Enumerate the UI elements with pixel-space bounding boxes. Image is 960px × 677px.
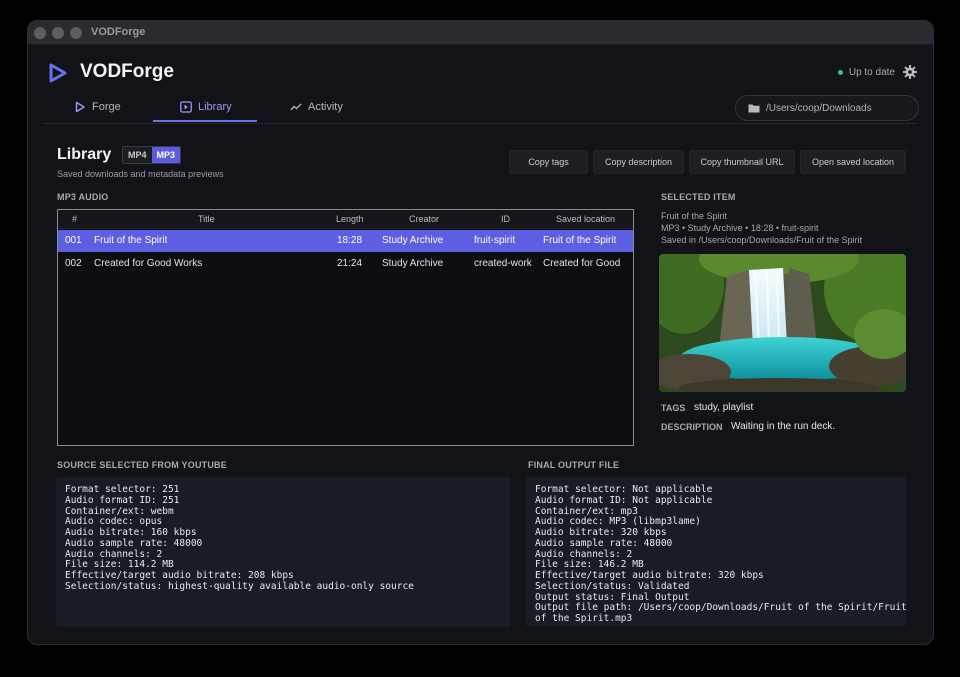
selected-section-label: SELECTED ITEM — [661, 192, 736, 202]
row-creator: Study Archive — [382, 258, 444, 269]
source-line: Selection/status: highest-quality availa… — [65, 580, 414, 592]
table-row[interactable]: 001 Fruit of the Spirit 18:28 Study Arch… — [58, 230, 633, 252]
update-status: Up to date — [837, 67, 895, 78]
copy-thumbnail-url-button[interactable]: Copy thumbnail URL — [689, 150, 795, 174]
tab-activity-label: Activity — [308, 101, 343, 113]
gear-icon[interactable] — [903, 65, 917, 79]
row-saved-location: Created for Good — [543, 258, 621, 269]
tab-forge-label: Forge — [92, 101, 121, 113]
selected-meta: MP3 • Study Archive • 18:28 • fruit-spir… — [661, 223, 819, 233]
thumbnail-preview — [659, 254, 906, 392]
output-line: Audio sample rate: 48000 — [535, 537, 673, 549]
row-length: 21:24 — [337, 258, 363, 269]
window-title: VODForge — [91, 26, 146, 38]
col-header-id[interactable]: ID — [501, 214, 510, 224]
tags-value: study, playlist — [694, 402, 754, 413]
copy-description-button[interactable]: Copy description — [593, 150, 684, 174]
row-length: 18:28 — [337, 235, 363, 246]
row-number: 001 — [65, 235, 82, 246]
format-mp3-button[interactable]: MP3 — [151, 147, 181, 163]
brand-logo-icon — [49, 63, 67, 83]
tab-library-label: Library — [198, 101, 232, 113]
status-dot-icon — [837, 70, 843, 75]
table-row[interactable]: 002 Created for Good Works 21:24 Study A… — [58, 253, 633, 275]
app-window: VODForge VODForge Up to date Forge Libra… — [27, 20, 934, 645]
row-number: 002 — [65, 258, 82, 269]
source-info-panel: Format selector: 251 Audio format ID: 251… — [56, 477, 510, 627]
close-window-button[interactable] — [34, 27, 46, 39]
row-saved-location: Fruit of the Spirit — [543, 235, 617, 246]
format-mp4-button[interactable]: MP4 — [123, 147, 152, 163]
brand-name: VODForge — [80, 61, 174, 82]
folder-icon — [748, 104, 760, 113]
row-id: created-work — [474, 258, 532, 269]
activity-icon — [290, 103, 302, 111]
zoom-window-button[interactable] — [70, 27, 82, 39]
selected-title: Fruit of the Spirit — [661, 211, 728, 221]
col-header-title[interactable]: Title — [198, 214, 215, 224]
library-icon — [180, 101, 192, 113]
row-creator: Study Archive — [382, 235, 444, 246]
table-section-label: MP3 AUDIO — [57, 192, 109, 202]
row-title: Created for Good Works — [94, 258, 203, 269]
nav-divider — [43, 123, 918, 124]
tab-forge[interactable]: Forge — [74, 101, 121, 113]
audio-table: # Title Length Creator ID Saved location… — [57, 209, 634, 446]
page-subtitle: Saved downloads and metadata previews — [57, 169, 224, 179]
active-tab-indicator — [153, 120, 257, 122]
col-header-number[interactable]: # — [72, 214, 77, 224]
copy-tags-button[interactable]: Copy tags — [509, 150, 588, 174]
minimize-window-button[interactable] — [52, 27, 64, 39]
download-path-text: /Users/coop/Downloads — [766, 102, 872, 114]
format-toggle: MP4 MP3 — [122, 146, 182, 164]
col-header-creator[interactable]: Creator — [409, 214, 439, 224]
row-id: fruit-spirit — [474, 235, 516, 246]
row-title: Fruit of the Spirit — [94, 235, 168, 246]
table-header: # Title Length Creator ID Saved location — [58, 210, 633, 229]
title-bar: VODForge — [28, 21, 933, 45]
tags-label: TAGS — [661, 403, 686, 413]
description-value: Waiting in the run deck. — [731, 421, 836, 432]
open-saved-location-button[interactable]: Open saved location — [800, 150, 906, 174]
selected-saved-path: Saved in /Users/coop/Downloads/Fruit of … — [661, 235, 863, 245]
source-line: Audio sample rate: 48000 — [65, 537, 203, 549]
download-path-field[interactable]: /Users/coop/Downloads — [735, 95, 919, 121]
output-line: of the Spirit.mp3 — [535, 613, 633, 624]
source-line: Audio format ID: 251 — [65, 494, 180, 506]
output-line: Audio format ID: Not applicable — [535, 494, 713, 506]
col-header-saved-location[interactable]: Saved location — [556, 214, 615, 224]
output-info-panel: Format selector: Not applicable Audio for… — [526, 477, 906, 626]
output-section-label: FINAL OUTPUT FILE — [528, 460, 620, 470]
col-header-length[interactable]: Length — [336, 214, 364, 224]
description-label: DESCRIPTION — [661, 422, 723, 432]
output-line: Selection/status: Validated — [535, 580, 690, 592]
tab-library[interactable]: Library — [180, 101, 232, 113]
play-icon — [75, 101, 85, 113]
status-text: Up to date — [848, 67, 895, 78]
tab-activity[interactable]: Activity — [290, 101, 343, 113]
page-title: Library — [57, 146, 112, 163]
source-section-label: SOURCE SELECTED FROM YOUTUBE — [57, 460, 227, 470]
